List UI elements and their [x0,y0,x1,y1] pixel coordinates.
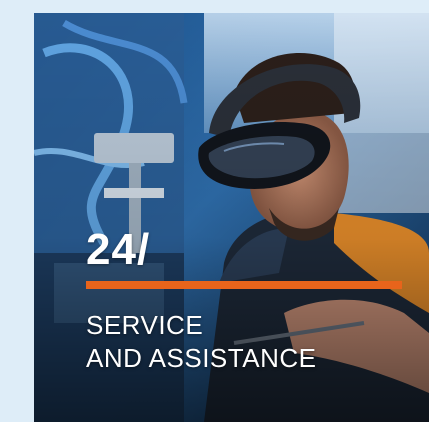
accent-divider [86,281,402,289]
promo-card[interactable]: 24/ SERVICE AND ASSISTANCE [34,13,429,422]
promo-caption: SERVICE AND ASSISTANCE [86,309,316,375]
caption-line-1: SERVICE [86,310,204,340]
promo-title: 24/ [86,225,151,274]
caption-line-2: AND ASSISTANCE [86,343,317,373]
